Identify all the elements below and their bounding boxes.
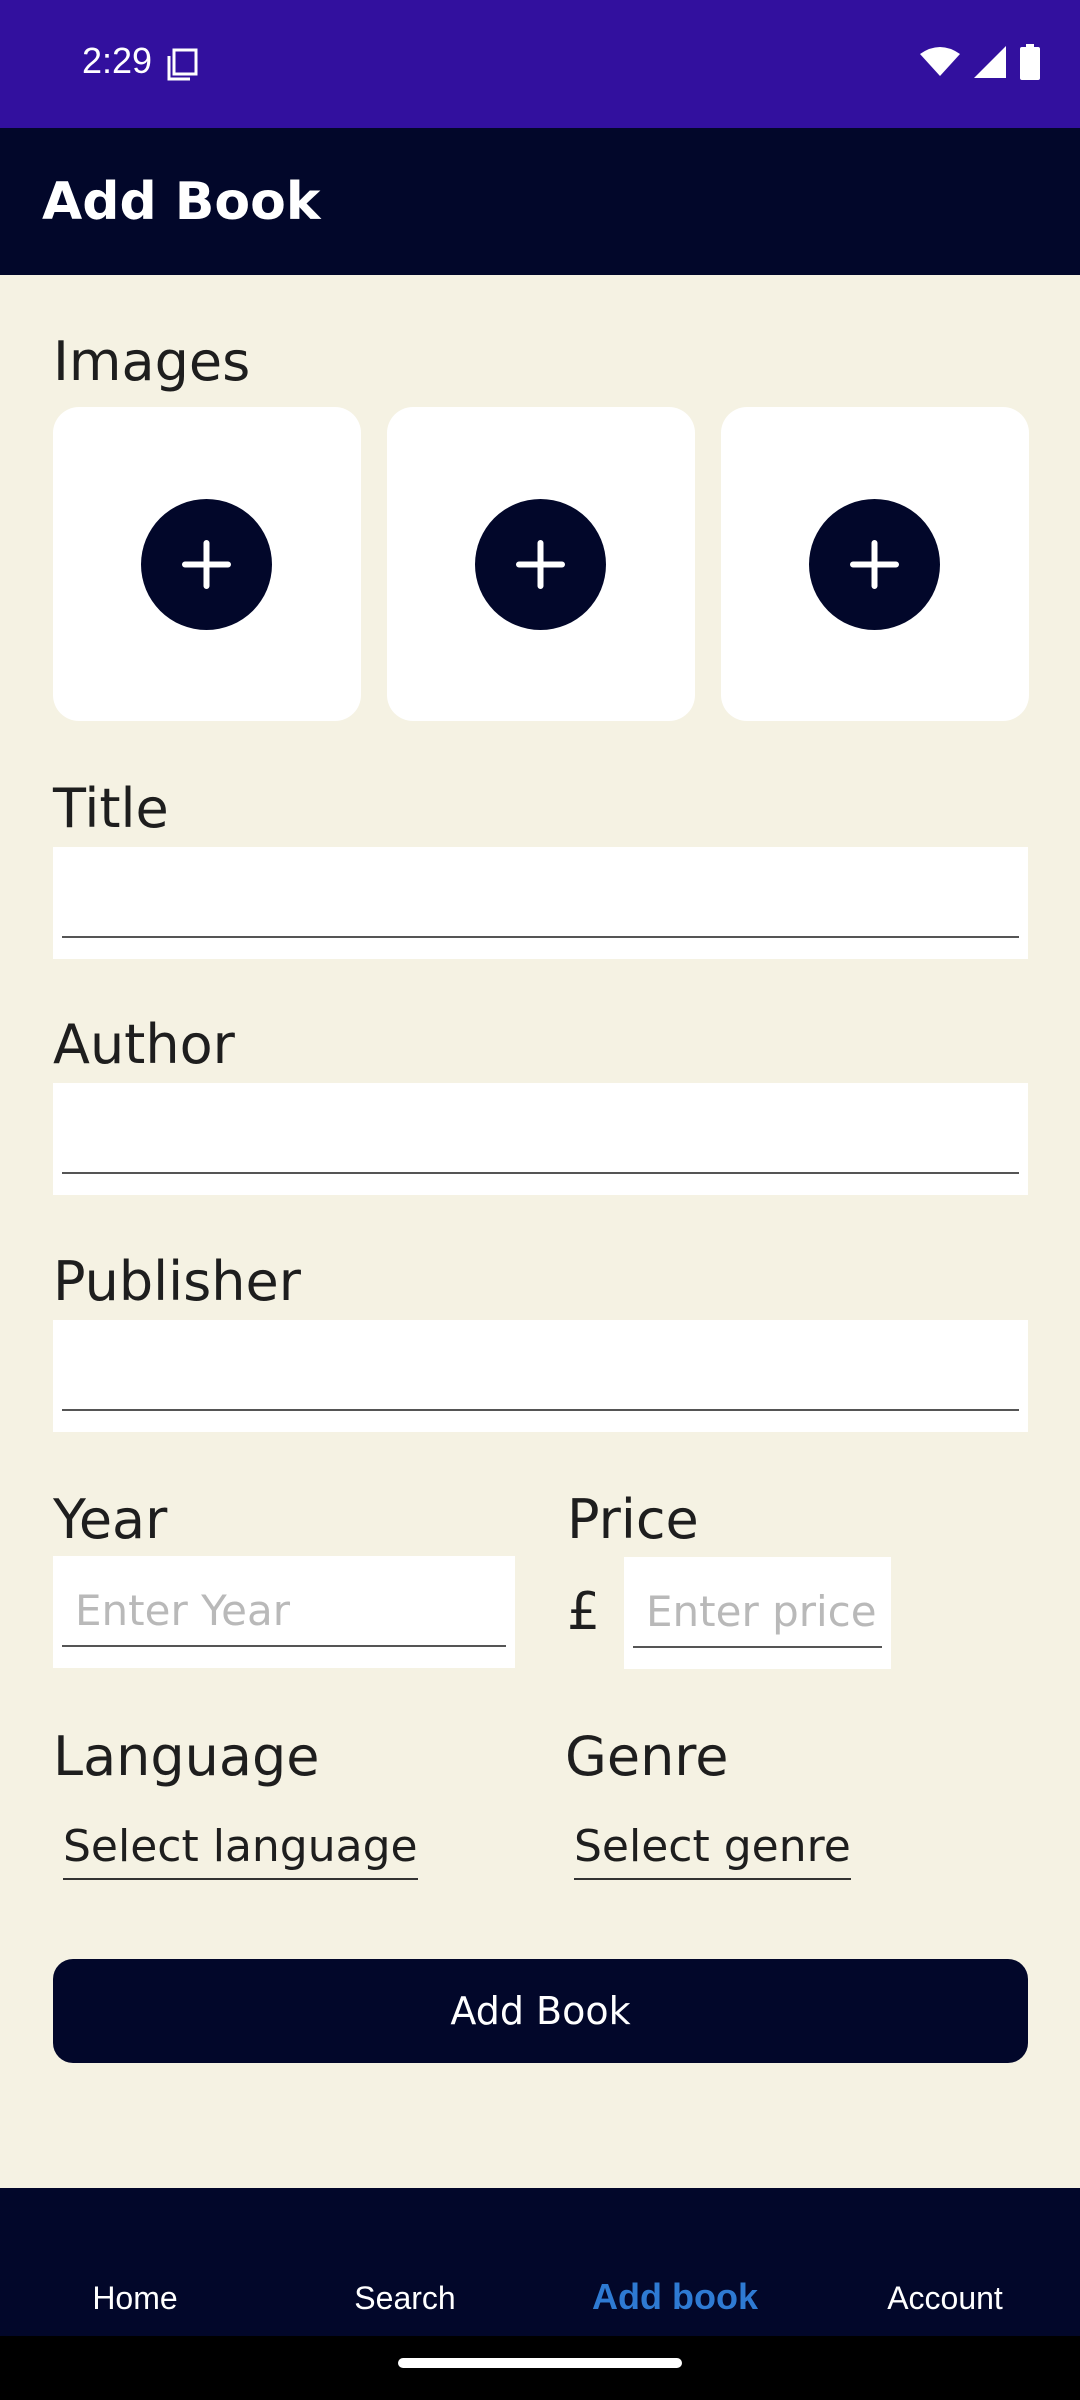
- year-field[interactable]: Enter Year: [53, 1556, 515, 1668]
- nav-item-add-book[interactable]: Add book: [540, 2276, 810, 2318]
- add-image-button[interactable]: [809, 499, 940, 630]
- nav-item-search[interactable]: Search: [270, 2280, 540, 2317]
- plus-icon: [850, 540, 899, 589]
- image-slot-3[interactable]: [721, 407, 1029, 721]
- publisher-label: Publisher: [53, 1250, 301, 1313]
- author-field[interactable]: [53, 1083, 1028, 1195]
- field-underline: [633, 1646, 882, 1648]
- add-book-button[interactable]: Add Book: [53, 1959, 1028, 2063]
- plus-icon: [516, 540, 565, 589]
- add-image-button[interactable]: [475, 499, 606, 630]
- status-time: 2:29: [82, 40, 153, 81]
- title-field[interactable]: [53, 847, 1028, 959]
- nav-item-home[interactable]: Home: [0, 2280, 270, 2317]
- price-placeholder: Enter price: [646, 1587, 877, 1636]
- year-label: Year: [53, 1488, 168, 1551]
- plus-icon: [182, 540, 231, 589]
- image-slot-2[interactable]: [387, 407, 695, 721]
- images-label: Images: [53, 330, 251, 393]
- signal-icon: [974, 46, 1006, 83]
- home-gesture-handle[interactable]: [398, 2358, 682, 2368]
- screenshot-icon: [166, 48, 200, 82]
- price-label: Price: [567, 1488, 699, 1551]
- status-bar: 2:29: [0, 0, 1080, 128]
- language-label: Language: [53, 1725, 320, 1788]
- gesture-bar: [0, 2336, 1080, 2400]
- field-underline: [62, 1409, 1019, 1411]
- title-label: Title: [53, 777, 169, 840]
- battery-icon: [1020, 44, 1040, 85]
- nav-item-account[interactable]: Account: [810, 2280, 1080, 2317]
- field-underline: [62, 1172, 1019, 1174]
- field-underline: [62, 1645, 506, 1647]
- add-image-button[interactable]: [141, 499, 272, 630]
- page-title: Add Book: [42, 172, 321, 232]
- genre-label: Genre: [565, 1725, 729, 1788]
- status-icons: [920, 44, 1040, 85]
- genre-dropdown[interactable]: Select genre: [574, 1821, 851, 1880]
- language-dropdown[interactable]: Select language: [63, 1821, 418, 1880]
- currency-symbol: £: [567, 1582, 601, 1642]
- author-label: Author: [53, 1013, 235, 1076]
- field-underline: [62, 936, 1019, 938]
- year-placeholder: Enter Year: [75, 1586, 291, 1635]
- publisher-field[interactable]: [53, 1320, 1028, 1432]
- image-slot-1[interactable]: [53, 407, 361, 721]
- bottom-nav: Home Search Add book Account: [0, 2188, 1080, 2336]
- app-bar: Add Book: [0, 128, 1080, 275]
- price-field[interactable]: Enter price: [624, 1557, 891, 1669]
- wifi-icon: [920, 46, 960, 83]
